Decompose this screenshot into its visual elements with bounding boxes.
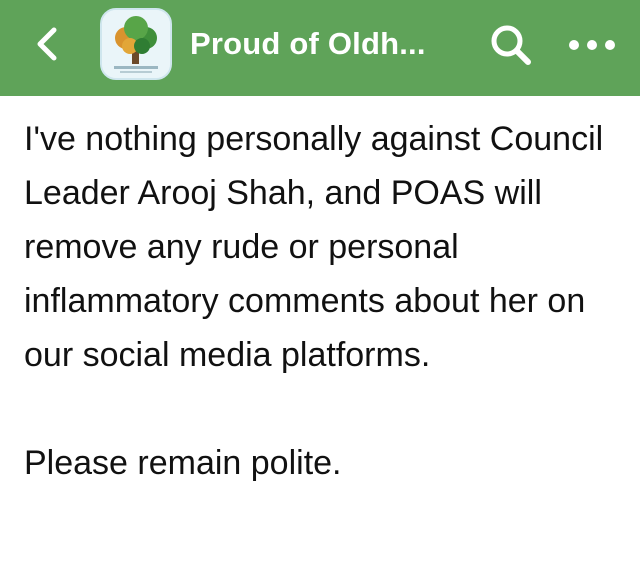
chevron-left-icon	[37, 27, 57, 61]
tree-logo	[102, 10, 170, 78]
post-paragraph: Please remain polite.	[24, 444, 342, 482]
post-paragraph: I've nothing personally against Council …	[24, 120, 604, 374]
more-dots-icon	[569, 40, 615, 50]
group-title[interactable]: Proud of Oldh...	[190, 22, 460, 66]
group-avatar[interactable]	[100, 8, 172, 80]
post-body: I've nothing personally against Council …	[24, 112, 624, 490]
more-options-button[interactable]	[566, 28, 618, 62]
back-button[interactable]	[28, 24, 68, 64]
app-header: Proud of Oldh...	[0, 0, 640, 96]
search-button[interactable]	[488, 22, 534, 68]
search-icon	[491, 25, 531, 65]
